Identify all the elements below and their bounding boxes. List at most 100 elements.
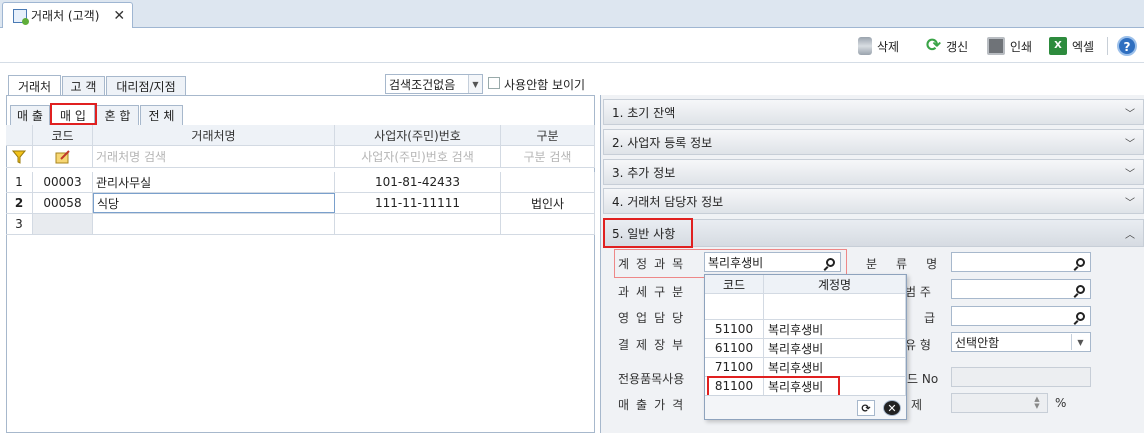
refresh-icon[interactable]: ⟳ xyxy=(857,400,875,416)
popup-col-code[interactable]: 코드 xyxy=(705,275,764,293)
spinner-icon: ▲ ▼ xyxy=(1034,395,1040,410)
code-no-label: 드 No xyxy=(907,372,939,386)
rate-spin-input: ▲ ▼ xyxy=(951,393,1048,413)
chevron-down-icon: ﹀ xyxy=(1125,168,1135,180)
list-item[interactable]: 61100 복리후생비 xyxy=(705,339,906,358)
show-unused-checkbox[interactable] xyxy=(488,77,500,89)
accordion-general[interactable]: 5. 일반 사항 ︿ xyxy=(603,219,1144,247)
row-number: 2 xyxy=(6,193,33,213)
sales-rep-label: 영업담당 xyxy=(618,311,691,325)
col-header-bizno[interactable]: 사업자(주민)번호 xyxy=(335,125,501,145)
delete-label: 삭제 xyxy=(877,39,900,54)
cell-type[interactable] xyxy=(501,214,595,234)
accordion-business-registration[interactable]: 2. 사업자 등록 정보 ﹀ xyxy=(603,129,1144,155)
excel-label: 엑셀 xyxy=(1072,39,1095,54)
table-row[interactable]: 1 00003 관리사무실 101-81-42433 xyxy=(6,172,595,193)
grid-header-row: 코드 거래처명 사업자(주민)번호 구분 xyxy=(6,125,595,146)
tab-sales[interactable]: 매 출 xyxy=(10,105,50,125)
popup-filter-row xyxy=(705,294,906,320)
accordion-additional-info[interactable]: 3. 추가 정보 ﹀ xyxy=(603,159,1144,185)
print-button[interactable]: 인쇄 xyxy=(987,35,1032,57)
close-icon[interactable]: ✕ xyxy=(883,400,901,416)
list-item[interactable]: 51100 복리후생비 xyxy=(705,320,906,339)
refresh-button[interactable]: ⟳ 갱신 xyxy=(926,35,968,57)
accordion-contact-info[interactable]: 4. 거래처 담당자 정보 ﹀ xyxy=(603,188,1144,214)
account-input[interactable]: 복리후생비 xyxy=(704,252,841,272)
cell-type[interactable]: 법인사 xyxy=(501,193,595,213)
cell-code[interactable]: 00003 xyxy=(33,172,93,192)
col-header-name[interactable]: 거래처명 xyxy=(93,125,335,145)
scope-input[interactable] xyxy=(951,279,1091,299)
dedicated-item-label: 전용품목사용 xyxy=(618,372,685,386)
account-lookup-popup: 코드 계정명 51100 복리후생비 61100 복리후생비 71100 복리후… xyxy=(704,274,907,420)
accordion-label: 5. 일반 사항 xyxy=(612,226,676,241)
popup-filter-name[interactable] xyxy=(764,294,906,319)
list-item[interactable]: 71100 복리후생비 xyxy=(705,358,906,377)
help-button[interactable]: ? xyxy=(1117,35,1137,57)
filter-type-input[interactable]: 구분 검색 xyxy=(501,146,595,167)
table-row[interactable]: 2 00058 식당 111-11-11111 법인사 xyxy=(6,193,595,214)
settle-book-label: 결제장부 xyxy=(618,338,691,352)
tab-all[interactable]: 전 체 xyxy=(140,105,183,125)
tab-mixed[interactable]: 혼 합 xyxy=(96,105,139,125)
help-icon: ? xyxy=(1117,36,1137,56)
cell-name[interactable]: 관리사무실 xyxy=(93,172,335,192)
search-icon[interactable] xyxy=(821,254,839,270)
toolbar-separator xyxy=(1107,37,1108,55)
excel-button[interactable]: X 엑셀 xyxy=(1049,35,1094,57)
search-condition-select[interactable]: 검색조건없음 ▼ xyxy=(385,74,483,94)
col-header-type[interactable]: 구분 xyxy=(501,125,595,145)
popup-cell-name: 복리후생비 xyxy=(764,358,906,376)
print-label: 인쇄 xyxy=(1010,39,1033,54)
chevron-down-icon[interactable]: ▼ xyxy=(468,75,482,93)
cell-type[interactable] xyxy=(501,172,595,192)
col-header-code[interactable]: 코드 xyxy=(33,125,93,145)
tab-agency[interactable]: 대리점/지점 xyxy=(106,76,186,96)
category-input[interactable] xyxy=(951,252,1091,272)
cell-code[interactable] xyxy=(33,214,93,234)
cell-bizno[interactable]: 101-81-42433 xyxy=(335,172,501,192)
close-icon[interactable]: ✕ xyxy=(113,8,125,24)
popup-cell-name: 복리후생비 xyxy=(764,377,906,395)
chevron-up-icon: ︿ xyxy=(1125,229,1135,241)
scope-label: 범 주 xyxy=(905,285,931,299)
tab-customer[interactable]: 고 객 xyxy=(62,76,105,96)
category-label: 분류명 xyxy=(866,257,957,271)
cell-name-focused[interactable]: 식당 xyxy=(93,193,335,213)
filter-bizno-input[interactable]: 사업자(주민)번호 검색 xyxy=(335,146,501,167)
popup-cell-name: 복리후생비 xyxy=(764,339,906,357)
popup-cell-code: 71100 xyxy=(705,358,764,376)
popup-cell-code: 81100 xyxy=(705,377,764,395)
search-icon[interactable] xyxy=(1071,308,1089,324)
popup-header-row: 코드 계정명 xyxy=(705,275,906,294)
search-icon[interactable] xyxy=(1071,254,1089,270)
grade-input[interactable] xyxy=(951,306,1091,326)
type-select[interactable]: 선택안함 ▼ xyxy=(951,332,1091,352)
tax-type-label: 과세구분 xyxy=(618,285,691,299)
accordion-label: 2. 사업자 등록 정보 xyxy=(612,135,713,150)
filter-name-input[interactable]: 거래처명 검색 xyxy=(93,146,335,167)
search-icon[interactable] xyxy=(1071,281,1089,297)
document-tab-title: 거래처 (고객) xyxy=(31,9,100,23)
popup-cell-code: 61100 xyxy=(705,339,764,357)
popup-col-name[interactable]: 계정명 xyxy=(764,275,906,293)
code-no-input xyxy=(951,367,1091,387)
cell-code[interactable]: 00058 xyxy=(33,193,93,213)
cell-name[interactable] xyxy=(93,214,335,234)
table-row[interactable]: 3 xyxy=(6,214,595,235)
filter-icon[interactable] xyxy=(6,146,33,167)
delete-button[interactable]: 삭제 xyxy=(858,35,899,57)
chevron-down-icon[interactable]: ▼ xyxy=(1071,334,1089,350)
accordion-initial-balance[interactable]: 1. 초기 잔액 ﹀ xyxy=(603,99,1144,125)
tab-vendor[interactable]: 거래처 xyxy=(8,75,61,96)
cell-bizno[interactable]: 111-11-11111 xyxy=(335,193,501,213)
filter-edit-icon[interactable] xyxy=(33,146,93,167)
list-item-selected[interactable]: 81100 복리후생비 xyxy=(705,377,906,396)
document-tab[interactable]: 거래처 (고객) ✕ xyxy=(2,2,133,28)
popup-filter-code[interactable] xyxy=(705,294,764,319)
tab-purchase[interactable]: 매 입 xyxy=(51,104,95,125)
cell-bizno[interactable] xyxy=(335,214,501,234)
account-label: 계정과목 xyxy=(618,257,691,271)
toolbar: 삭제 ⟳ 갱신 인쇄 X 엑셀 ? xyxy=(0,29,1144,63)
refresh-label: 갱신 xyxy=(946,39,969,54)
